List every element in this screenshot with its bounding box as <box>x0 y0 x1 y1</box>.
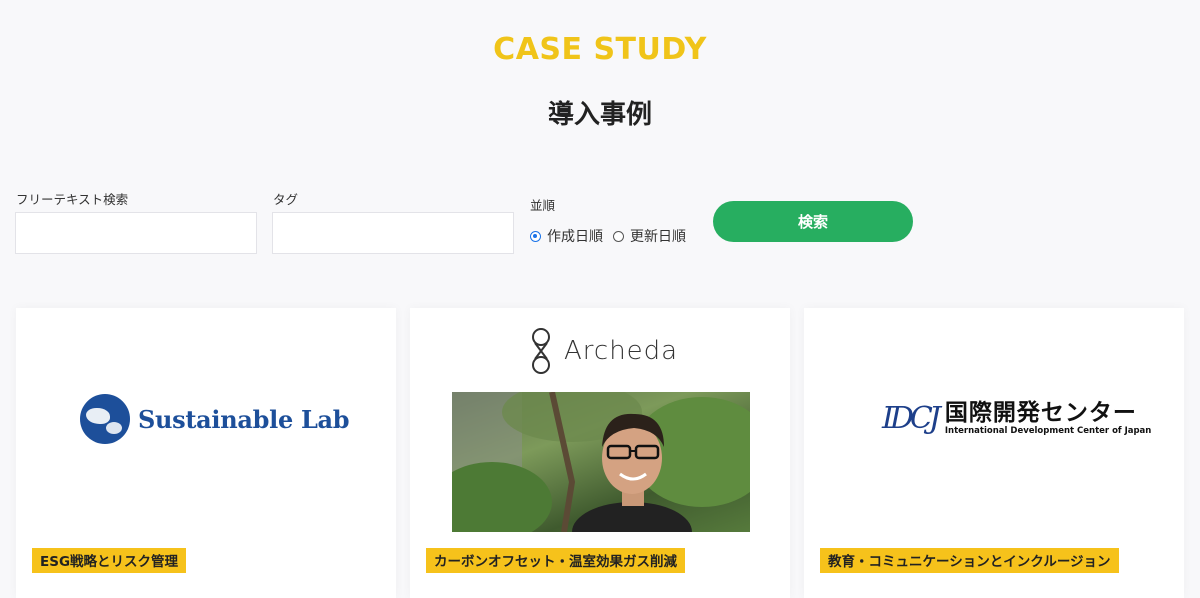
sort-option-created[interactable]: 作成日順 <box>530 226 603 246</box>
case-tag[interactable]: ESG戦略とリスク管理 <box>32 548 187 573</box>
tag-label: タグ <box>273 192 299 207</box>
idcj-mark-icon: IDCJ <box>882 400 941 436</box>
logo-text: Archeda <box>564 336 679 366</box>
sort-option-updated[interactable]: 更新日順 <box>613 226 686 246</box>
sort-label: 並順 <box>530 198 556 213</box>
case-card[interactable]: Sustainable Lab ESG戦略とリスク管理 <box>16 308 396 598</box>
logo-text-en: International Development Center of Japa… <box>944 426 1152 436</box>
case-card[interactable]: Archeda カーボンオフセット・温室効果ガス削減 <box>410 308 790 598</box>
freetext-label: フリーテキスト検索 <box>16 192 129 207</box>
freetext-search-input[interactable] <box>15 212 257 254</box>
search-button[interactable]: 検索 <box>713 201 913 242</box>
archeda-logo: Archeda <box>530 326 678 376</box>
sort-option-label: 更新日順 <box>630 229 686 245</box>
radio-checked-icon[interactable] <box>530 230 541 242</box>
case-tag[interactable]: カーボンオフセット・温室効果ガス削減 <box>426 548 685 573</box>
case-tag[interactable]: 教育・コミュニケーションとインクルージョン <box>820 548 1119 573</box>
logo-text-ja: 国際開発センター <box>944 400 1137 426</box>
sort-option-label: 作成日順 <box>547 229 603 245</box>
page-title: 導入事例 <box>547 100 652 130</box>
tag-input[interactable] <box>272 212 514 254</box>
globe-logo-icon <box>80 394 130 444</box>
sustainable-lab-logo: Sustainable Lab <box>80 394 350 444</box>
radio-unchecked-icon[interactable] <box>613 230 624 242</box>
portrait-photo <box>452 392 750 532</box>
logo-text: Sustainable Lab <box>138 404 350 434</box>
idcj-logo: IDCJ 国際開発センター International Development … <box>882 400 1151 436</box>
case-card[interactable]: IDCJ 国際開発センター International Development … <box>804 308 1184 598</box>
archeda-mark-icon <box>532 328 550 374</box>
sort-radio-group: 作成日順 更新日順 <box>530 226 696 246</box>
section-eyebrow: CASE STUDY <box>493 32 707 67</box>
